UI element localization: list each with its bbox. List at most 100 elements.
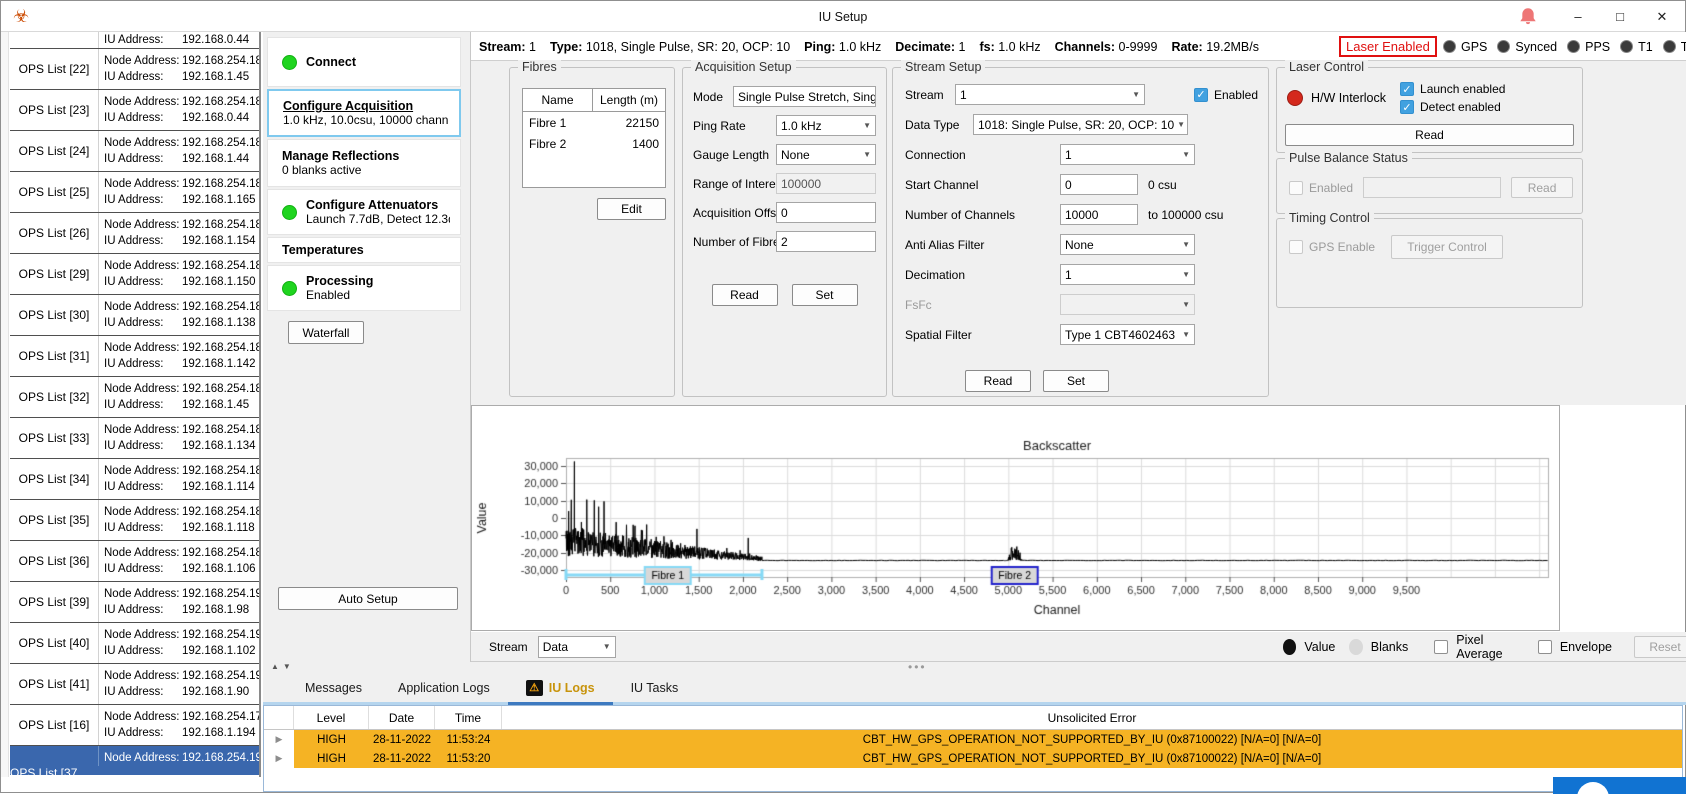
text-field[interactable]: 0 bbox=[776, 202, 876, 223]
chevron-down-icon: ▼ bbox=[1129, 90, 1140, 99]
log-col-message[interactable]: Unsolicited Error bbox=[502, 706, 1682, 729]
ops-list-item[interactable]: OPS List [16]Node Address:192.168.254.17… bbox=[10, 705, 259, 746]
ops-list-item[interactable]: OPS List [33]Node Address:192.168.254.18… bbox=[10, 418, 259, 459]
pulse-balance-group: Pulse Balance Status Enabled Read bbox=[1276, 158, 1583, 214]
ops-list-item[interactable]: OPS List [22]Node Address:192.168.254.18… bbox=[10, 49, 259, 90]
blanks-radio-label: Blanks bbox=[1371, 640, 1409, 654]
fibre-row[interactable]: Fibre 21400 bbox=[523, 133, 665, 154]
ops-list-item[interactable]: OPS List [26]Node Address:192.168.254.18… bbox=[10, 213, 259, 254]
action-item[interactable]: ProcessingEnabled bbox=[267, 265, 461, 311]
ops-list-item[interactable]: OPS List [34]Node Address:192.168.254.18… bbox=[10, 459, 259, 500]
splitter-grip-icon[interactable]: ••• bbox=[908, 660, 927, 674]
fibres-edit-button[interactable]: Edit bbox=[597, 198, 666, 220]
auto-setup-button[interactable]: Auto Setup bbox=[278, 587, 458, 610]
ops-list-item[interactable]: OPS List [39]Node Address:192.168.254.19… bbox=[10, 582, 259, 623]
laser-read-button[interactable]: Read bbox=[1285, 124, 1574, 146]
action-item[interactable]: Configure Acquisition1.0 kHz, 10.0csu, 1… bbox=[267, 89, 461, 137]
dropdown-field[interactable]: 1▼ bbox=[1060, 144, 1195, 165]
dropdown-field[interactable]: None▼ bbox=[776, 144, 876, 165]
fibre-row[interactable]: Fibre 122150 bbox=[523, 112, 665, 133]
field-label: Anti Alias Filter bbox=[905, 238, 1060, 252]
row-expander-icon[interactable]: ▶ bbox=[264, 730, 294, 749]
field-label: Gauge Length bbox=[693, 148, 776, 162]
ops-list-item[interactable]: OPS List [31]Node Address:192.168.254.18… bbox=[10, 336, 259, 377]
value-radio[interactable] bbox=[1283, 639, 1296, 655]
action-item[interactable]: Manage Reflections0 blanks active bbox=[267, 139, 461, 187]
acquisition-set-button[interactable]: Set bbox=[792, 284, 858, 306]
ops-item-name: OPS List [31] bbox=[10, 336, 98, 376]
notification-popup[interactable] bbox=[1553, 777, 1686, 794]
ops-list-item[interactable]: OPS List [35]Node Address:192.168.254.18… bbox=[10, 500, 259, 541]
notification-bell-icon[interactable] bbox=[1517, 6, 1539, 28]
chart-stream-dropdown[interactable]: Data▼ bbox=[538, 636, 616, 658]
stream-field-row: Decimation1▼ bbox=[905, 264, 1258, 285]
ops-list-item-selected[interactable]: OPS List [37, 38] Node Address:192.168.2… bbox=[10, 746, 259, 775]
tab-application-logs[interactable]: Application Logs bbox=[380, 673, 508, 702]
log-col-date[interactable]: Date bbox=[369, 706, 435, 729]
launch-enabled-checkbox[interactable]: ✓ Launch enabled bbox=[1400, 82, 1505, 96]
action-item[interactable]: Temperatures bbox=[267, 237, 461, 263]
ops-list-item[interactable]: OPS List [23]Node Address:192.168.254.18… bbox=[10, 90, 259, 131]
stream-read-button[interactable]: Read bbox=[965, 370, 1031, 392]
indicator-gps: GPS bbox=[1443, 40, 1487, 54]
ops-list-item[interactable]: OPS List [36]Node Address:192.168.254.18… bbox=[10, 541, 259, 582]
ops-list-item[interactable]: OPS List [24]Node Address:192.168.254.18… bbox=[10, 131, 259, 172]
field-label: Start Channel bbox=[905, 178, 1060, 192]
log-row[interactable]: ▶HIGH28-11-202211:53:20CBT_HW_GPS_OPERAT… bbox=[264, 749, 1682, 768]
stream-setup-group: Stream Setup Stream 1▼ ✓ Enabled Data Ty… bbox=[892, 67, 1269, 397]
waterfall-button[interactable]: Waterfall bbox=[288, 321, 364, 344]
field-label: Ping Rate bbox=[693, 119, 776, 133]
reset-button: Reset bbox=[1634, 636, 1686, 658]
splitter-collapse-icons[interactable]: ▲▼ bbox=[271, 662, 295, 671]
row-expander-icon[interactable]: ▶ bbox=[264, 749, 294, 768]
log-col-level[interactable]: Level bbox=[294, 706, 369, 729]
ops-list-item[interactable]: OPS List [25]Node Address:192.168.254.18… bbox=[10, 172, 259, 213]
status-segment: Ping: 1.0 kHz bbox=[804, 40, 881, 54]
action-item[interactable]: Configure AttenuatorsLaunch 7.7dB, Detec… bbox=[267, 189, 461, 235]
blanks-radio[interactable] bbox=[1349, 639, 1362, 655]
text-field[interactable]: 10000 bbox=[1060, 204, 1138, 225]
log-col-time[interactable]: Time bbox=[435, 706, 502, 729]
envelope-checkbox[interactable] bbox=[1538, 640, 1552, 654]
tab-messages[interactable]: Messages bbox=[287, 673, 380, 702]
tab-iu-logs[interactable]: ⚠IU Logs bbox=[508, 673, 613, 702]
field-label: Spatial Filter bbox=[905, 328, 1060, 342]
envelope-label: Envelope bbox=[1560, 640, 1612, 654]
close-button[interactable]: ✕ bbox=[1641, 1, 1683, 32]
minimize-button[interactable]: – bbox=[1557, 1, 1599, 32]
pixel-average-checkbox[interactable] bbox=[1434, 640, 1448, 654]
ops-list-item[interactable]: OPS List [32]Node Address:192.168.254.18… bbox=[10, 377, 259, 418]
log-row[interactable]: ▶HIGH28-11-202211:53:24CBT_HW_GPS_OPERAT… bbox=[264, 730, 1682, 749]
dropdown-field[interactable]: None▼ bbox=[1060, 234, 1195, 255]
action-subtitle: 1.0 kHz, 10.0csu, 10000 channels bbox=[283, 113, 449, 127]
acquisition-read-button[interactable]: Read bbox=[712, 284, 778, 306]
text-field[interactable]: 0 bbox=[1060, 174, 1138, 195]
detect-enabled-checkbox[interactable]: ✓ Detect enabled bbox=[1400, 100, 1505, 114]
ops-list-item-partial[interactable]: IU Address:192.168.0.44 bbox=[10, 32, 259, 49]
backscatter-chart[interactable] bbox=[472, 406, 1559, 630]
action-item[interactable]: Connect bbox=[267, 37, 461, 87]
stream-field-row: Data Type1018: Single Pulse, SR: 20, OCP… bbox=[905, 114, 1258, 135]
ops-list-item[interactable]: OPS List [30]Node Address:192.168.254.18… bbox=[10, 295, 259, 336]
dropdown-field[interactable]: Type 1 CBT4602463▼ bbox=[1060, 324, 1195, 345]
text-field: 100000 bbox=[776, 173, 876, 194]
ops-list-item[interactable]: OPS List [29]Node Address:192.168.254.18… bbox=[10, 254, 259, 295]
dropdown-field[interactable]: 1.0 kHz▼ bbox=[776, 115, 876, 136]
panel-splitter[interactable]: ▲▼ ••• bbox=[263, 662, 1686, 673]
dropdown-field[interactable]: 1▼ bbox=[1060, 264, 1195, 285]
stream-set-button[interactable]: Set bbox=[1043, 370, 1109, 392]
stream-enabled-checkbox[interactable]: ✓ Enabled bbox=[1194, 88, 1258, 102]
maximize-button[interactable]: □ bbox=[1599, 1, 1641, 32]
ops-list-panel: IU Address:192.168.0.44 OPS List [22]Nod… bbox=[1, 32, 261, 777]
ops-list-item[interactable]: OPS List [41]Node Address:192.168.254.19… bbox=[10, 664, 259, 705]
tab-iu-tasks[interactable]: IU Tasks bbox=[613, 673, 697, 702]
fibres-table[interactable]: Name Length (m) Fibre 122150Fibre 21400 bbox=[522, 88, 666, 188]
stream-dropdown[interactable]: 1▼ bbox=[955, 84, 1145, 105]
mode-field[interactable]: Single Pulse Stretch, Single Wavelengt bbox=[733, 86, 876, 107]
ops-item-name: OPS List [26] bbox=[10, 213, 98, 253]
ops-list-item[interactable]: OPS List [40]Node Address:192.168.254.19… bbox=[10, 623, 259, 664]
iu-address-value: 192.168.0.44 bbox=[182, 34, 249, 46]
dropdown-field[interactable]: 1018: Single Pulse, SR: 20, OCP: 10▼ bbox=[973, 114, 1188, 135]
iu-address-label: IU Address: bbox=[104, 32, 182, 48]
text-field[interactable]: 2 bbox=[776, 231, 876, 252]
